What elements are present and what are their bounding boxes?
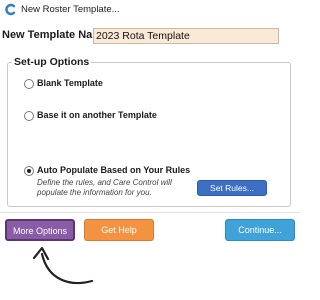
blank-template-radio[interactable] xyxy=(24,79,34,89)
auto-populate-radio[interactable] xyxy=(24,166,34,176)
blank-template-label: Blank Template xyxy=(37,78,103,88)
footer-divider xyxy=(0,212,300,213)
get-help-button[interactable]: Get Help xyxy=(84,219,154,241)
more-options-button[interactable]: More Options xyxy=(5,219,75,241)
template-name-row: New Template Name xyxy=(2,28,298,44)
set-rules-button[interactable]: Set Rules... xyxy=(197,180,267,196)
care-control-c-icon xyxy=(5,3,16,16)
template-name-input[interactable] xyxy=(93,28,279,44)
auto-populate-description: Define the rules, and Care Control will … xyxy=(37,178,172,197)
new-roster-template-dialog: New Roster Template... New Template Name… xyxy=(0,0,300,245)
base-on-template-radio[interactable] xyxy=(24,111,34,121)
setup-options-title: Set-up Options xyxy=(12,56,92,68)
title-bar: New Roster Template... xyxy=(0,0,300,20)
continue-button[interactable]: Continue... xyxy=(225,219,295,241)
base-on-template-label: Base it on another Template xyxy=(37,110,157,120)
auto-populate-label: Auto Populate Based on Your Rules xyxy=(37,165,191,175)
window-title: New Roster Template... xyxy=(21,4,120,15)
curved-arrow-icon xyxy=(32,246,94,285)
